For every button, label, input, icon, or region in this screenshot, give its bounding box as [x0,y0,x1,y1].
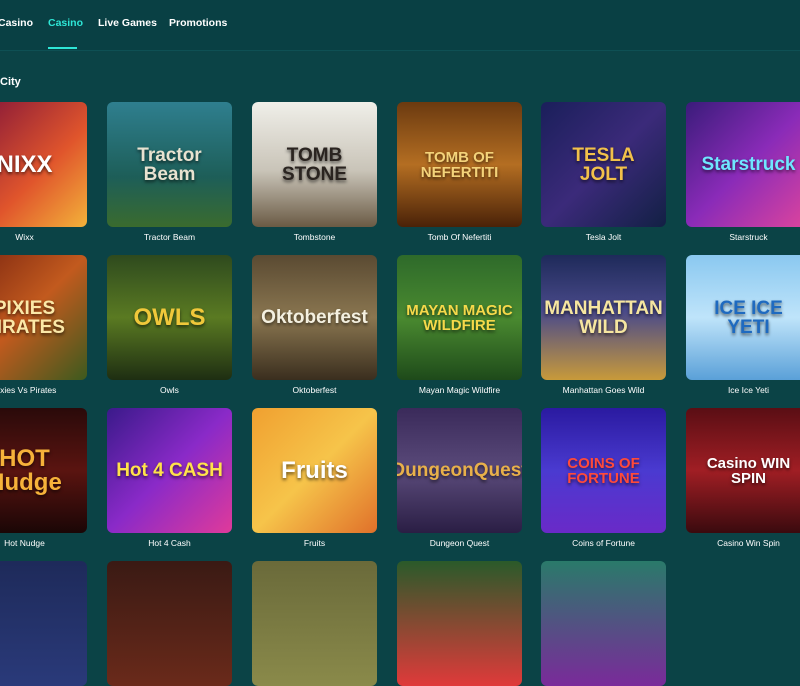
game-tile[interactable]: TESLA JOLT [541,102,666,227]
game-tile[interactable] [397,561,522,686]
game-artwork: Hot 4 CASH [107,408,232,533]
game-tile[interactable] [107,561,232,686]
game-title[interactable]: Manhattan Goes Wild [531,385,676,395]
game-artwork [107,561,232,686]
game-title[interactable]: Dungeon Quest [387,538,532,548]
game-artwork: TOMB STONE [252,102,377,227]
game-artwork: MAYAN MAGIC WILDFIRE [397,255,522,380]
game-artwork-title: Casino WIN SPIN [686,456,800,486]
game-tile[interactable]: COINS OF FORTUNE [541,408,666,533]
game-title[interactable]: Coins of Fortune [531,538,676,548]
game-artwork-title: TOMB STONE [252,146,377,184]
game-tile[interactable]: TOMB STONE [252,102,377,227]
game-artwork-title: COINS OF FORTUNE [541,456,666,486]
game-tile[interactable]: Casino WIN SPIN [686,408,800,533]
game-title[interactable]: Tesla Jolt [531,232,676,242]
game-artwork: Tractor Beam [107,102,232,227]
game-title[interactable]: Fruits [242,538,387,548]
game-tile[interactable]: Oktoberfest [252,255,377,380]
game-artwork-title: OWLS [128,306,212,330]
game-tile[interactable] [541,561,666,686]
game-tile[interactable] [0,561,87,686]
game-artwork-title: HOT Nudge [0,447,87,495]
game-grid: NIXXWixxTractor BeamTractor BeamTOMB STO… [0,0,800,600]
game-title[interactable]: Pixies Vs Pirates [0,385,97,395]
game-artwork [0,561,87,686]
game-tile[interactable]: MAYAN MAGIC WILDFIRE [397,255,522,380]
game-artwork: TOMB OF NEFERTITI [397,102,522,227]
game-artwork [252,561,377,686]
game-title[interactable]: Starstruck [676,232,800,242]
game-title[interactable]: Owls [97,385,242,395]
game-tile[interactable]: MANHATTAN WILD [541,255,666,380]
game-artwork-title: DungeonQuest [397,461,522,480]
game-tile[interactable]: OWLS [107,255,232,380]
game-artwork-title: NIXX [0,153,59,177]
game-artwork: Casino WIN SPIN [686,408,800,533]
game-tile[interactable]: ICE ICE YETI [686,255,800,380]
game-artwork-title: TOMB OF NEFERTITI [397,150,522,180]
game-artwork: DungeonQuest [397,408,522,533]
game-title[interactable]: Mayan Magic Wildfire [387,385,532,395]
game-title[interactable]: Oktoberfest [242,385,387,395]
game-artwork-title: PIXIES PIRATES [0,299,87,337]
game-artwork-title: ICE ICE YETI [686,299,800,337]
game-artwork: TESLA JOLT [541,102,666,227]
game-tile[interactable]: HOT Nudge [0,408,87,533]
game-artwork-title: Starstruck [696,155,800,174]
game-tile[interactable]: Starstruck [686,102,800,227]
game-title[interactable]: Hot 4 Cash [97,538,242,548]
game-tile[interactable]: Hot 4 CASH [107,408,232,533]
game-artwork: Fruits [252,408,377,533]
game-artwork-title: MANHATTAN WILD [541,299,666,337]
game-title[interactable]: Ice Ice Yeti [676,385,800,395]
game-artwork-title: Hot 4 CASH [110,461,229,480]
game-title[interactable]: Tractor Beam [97,232,242,242]
game-artwork-title: Fruits [275,459,354,483]
game-artwork: HOT Nudge [0,408,87,533]
game-artwork-title: Oktoberfest [255,308,374,327]
game-artwork-title: TESLA JOLT [541,146,666,184]
game-title[interactable]: Wixx [0,232,97,242]
game-tile[interactable]: PIXIES PIRATES [0,255,87,380]
game-artwork [541,561,666,686]
game-tile[interactable]: Fruits [252,408,377,533]
game-artwork: PIXIES PIRATES [0,255,87,380]
game-artwork: NIXX [0,102,87,227]
game-title[interactable]: Tombstone [242,232,387,242]
game-artwork: ICE ICE YETI [686,255,800,380]
game-tile[interactable]: DungeonQuest [397,408,522,533]
game-artwork: OWLS [107,255,232,380]
game-artwork-title: Tractor Beam [107,146,232,184]
game-tile[interactable]: Tractor Beam [107,102,232,227]
game-tile[interactable]: TOMB OF NEFERTITI [397,102,522,227]
game-artwork-title: MAYAN MAGIC WILDFIRE [397,303,522,333]
game-tile[interactable] [252,561,377,686]
game-title[interactable]: Casino Win Spin [676,538,800,548]
game-artwork: MANHATTAN WILD [541,255,666,380]
game-tile[interactable]: NIXX [0,102,87,227]
game-title[interactable]: Tomb Of Nefertiti [387,232,532,242]
game-title[interactable]: Hot Nudge [0,538,97,548]
game-artwork: COINS OF FORTUNE [541,408,666,533]
game-artwork [397,561,522,686]
game-artwork: Starstruck [686,102,800,227]
game-artwork: Oktoberfest [252,255,377,380]
